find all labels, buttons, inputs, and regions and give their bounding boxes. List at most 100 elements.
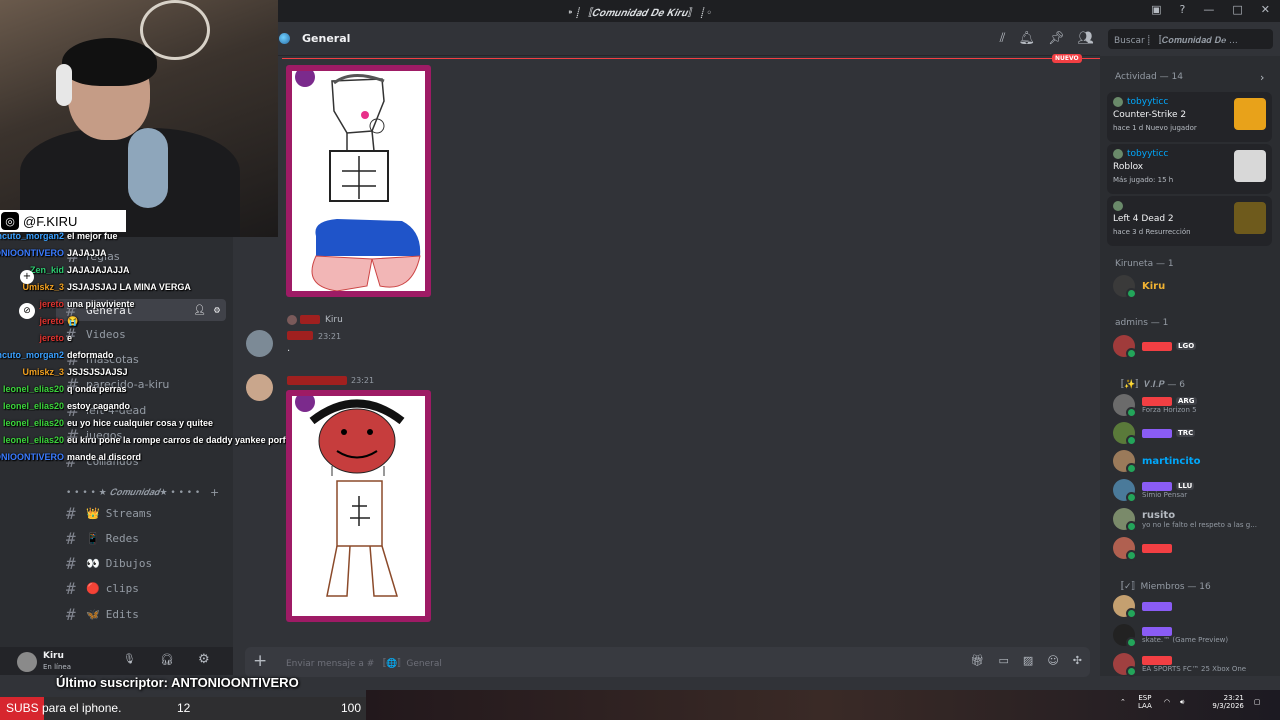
member-name-redacted (1142, 396, 1172, 406)
chat-message: estoy cagando (67, 401, 131, 411)
member-status: skate.™ (Game Preview) (1142, 635, 1229, 644)
member-text: rusito yo no le falto el respeto a las g.… (1142, 510, 1257, 529)
add-channel-icon[interactable]: + (210, 486, 219, 499)
tray-date[interactable]: 9/3/2026 (1212, 702, 1243, 710)
member-item[interactable]: TRC (1113, 421, 1196, 446)
category-comunidad[interactable]: • • • • ★ 𝑪𝒐𝒎𝒖𝒏𝒊𝒅𝒂𝒅★ • • • • (66, 488, 200, 498)
emoji-icon[interactable]: ☺ (1047, 654, 1058, 667)
gift-icon[interactable]: 🎁︎ (971, 654, 985, 667)
member-name-line: martincito (1142, 456, 1200, 467)
subs-count: 12 (177, 701, 191, 715)
search-input[interactable]: Buscar ⸽ 〚𝑪𝒐𝒎𝒖𝒏𝒊𝒅𝒂𝒅 𝑫𝒆 ... (1108, 29, 1273, 49)
message-composer: + Enviar mensaje a # 〚🌐〛General 🎁︎ ▭ ▨ ☺… (245, 647, 1090, 677)
volume-icon[interactable]: 🔊︎ (1180, 698, 1184, 707)
chevron-up-icon[interactable]: ⌃ (1120, 698, 1126, 706)
sticker-icon[interactable]: ▨ (1023, 654, 1033, 667)
drawing-attachment-2[interactable] (286, 390, 431, 622)
member-item[interactable] (1113, 536, 1172, 561)
members-icon[interactable]: 👥︎ (1077, 31, 1094, 46)
minimize-button[interactable]: — (1203, 3, 1214, 16)
activity-card[interactable]: Left 4 Dead 2 hace 3 d Resurrección (1107, 196, 1272, 246)
member-item[interactable]: rusito yo no le falto el respeto a las g.… (1113, 507, 1257, 532)
member-item[interactable]: skate.™ (Game Preview) (1113, 623, 1229, 648)
chat-line: jereto e (0, 333, 72, 347)
globe-icon (279, 33, 290, 44)
avatar[interactable] (17, 652, 37, 672)
guild-tag: LLU (1176, 482, 1195, 490)
threads-icon[interactable]: ⫽ (1000, 31, 1006, 46)
message-2-avatar[interactable] (246, 374, 273, 401)
add-server-icon[interactable]: + (20, 270, 34, 284)
message-input[interactable]: Enviar mensaje a # 〚🌐〛General (286, 656, 442, 669)
channel-item[interactable]: # Videos (66, 324, 126, 344)
member-text (1142, 543, 1172, 553)
wifi-icon[interactable]: ◠ (1164, 698, 1170, 706)
chat-user: jereto (39, 333, 64, 343)
hash-icon: # (66, 604, 76, 624)
logo-badge-2 (295, 396, 315, 412)
tray-time[interactable]: 23:21 (1224, 694, 1244, 702)
member-name-line (1142, 626, 1228, 636)
member-item[interactable]: ARG Forza Horizon 5 (1113, 393, 1197, 418)
settings-gear-icon[interactable]: ⚙ (198, 652, 210, 667)
chat-message: el mejor fue (67, 231, 118, 241)
hash-icon: # (66, 554, 76, 574)
handle-text: @F.KIRU (23, 213, 78, 229)
mic-icon[interactable]: 🎙︎ (123, 654, 136, 665)
channel-settings-icon[interactable]: ⚙ (214, 305, 220, 316)
reply-avatar (287, 315, 297, 325)
member-name-line (1142, 601, 1172, 611)
close-button[interactable]: ✕ (1261, 3, 1270, 16)
avatar (1113, 653, 1137, 677)
member-item[interactable]: Kiru (1113, 274, 1165, 299)
invite-icon[interactable]: 👤︎ (193, 305, 206, 316)
chat-message: eu kiru pone la rompe carros de daddy ya… (67, 435, 291, 445)
activity-card[interactable]: tobyyticc Counter-Strike 2 hace 1 d Nuevo … (1107, 92, 1272, 142)
activity-avatar (1113, 97, 1123, 107)
hash-icon: # (66, 528, 76, 548)
maximize-button[interactable]: □ (1232, 3, 1242, 16)
message-1-time: 23:21 (318, 332, 342, 341)
member-item[interactable]: EA SPORTS FC™ 25 Xbox One (1113, 652, 1246, 677)
channel-item[interactable]: # 👀 Dibujos (66, 554, 152, 574)
channel-label: Streams (105, 506, 153, 520)
channel-item[interactable]: # 🔴 clips (66, 579, 139, 599)
chat-message: JSJAJSJAJ LA MINA VERGA (67, 282, 191, 292)
member-status: Forza Horizon 5 (1142, 405, 1197, 414)
member-item[interactable] (1113, 594, 1172, 619)
chevron-right-icon[interactable]: › (1260, 71, 1264, 84)
chat-user: incuto_morgan2 (0, 350, 64, 360)
discover-icon[interactable]: ⊘ (19, 303, 35, 319)
tray-lang[interactable]: ESP LAA (1136, 694, 1154, 710)
channel-label: Dibujos (105, 557, 153, 571)
bell-icon[interactable]: 🔔︎ (1018, 31, 1035, 46)
pin-icon[interactable]: 📌︎ (1048, 31, 1065, 46)
message-2-author[interactable] (287, 376, 347, 385)
channel-item[interactable]: # 👑 Streams (66, 503, 152, 523)
activity-detail: Más jugado: 15 h (1113, 176, 1174, 184)
headphones-icon[interactable]: 🎧︎ (160, 653, 174, 666)
member-item[interactable]: LLU Simio Pensar (1113, 478, 1195, 503)
activity-card[interactable]: tobyyticc Roblox Más jugado: 15 h (1107, 144, 1272, 194)
channel-item[interactable]: # 🦋 Edits (66, 604, 139, 624)
chat-message: q onda perras (67, 384, 127, 394)
reply-author[interactable]: Kiru (325, 315, 343, 325)
add-attachment-icon[interactable]: + (253, 651, 267, 671)
chat-user: Umiskz_3 (22, 367, 64, 377)
member-item[interactable]: LGO (1113, 334, 1197, 359)
subs-goal: 100 (341, 701, 362, 715)
message-1-author[interactable] (287, 331, 313, 340)
drawing-image-2 (292, 396, 425, 616)
member-section-header: 〚✓〛Miembros — 16 (1115, 582, 1211, 592)
chat-line: jereto 😭 (0, 316, 78, 330)
help-icon[interactable]: ? (1180, 3, 1186, 16)
gif-icon[interactable]: ▭ (999, 654, 1009, 667)
member-name-line: TRC (1142, 428, 1196, 438)
inbox-icon[interactable]: ▣ (1151, 3, 1161, 16)
drawing-attachment-1[interactable] (286, 65, 431, 297)
apps-icon[interactable]: ✣ (1073, 654, 1082, 667)
notification-icon[interactable]: ▢ (1254, 698, 1261, 706)
channel-item[interactable]: # 📱 Redes (66, 528, 139, 548)
member-item[interactable]: martincito (1113, 449, 1200, 474)
message-1-avatar[interactable] (246, 330, 273, 357)
